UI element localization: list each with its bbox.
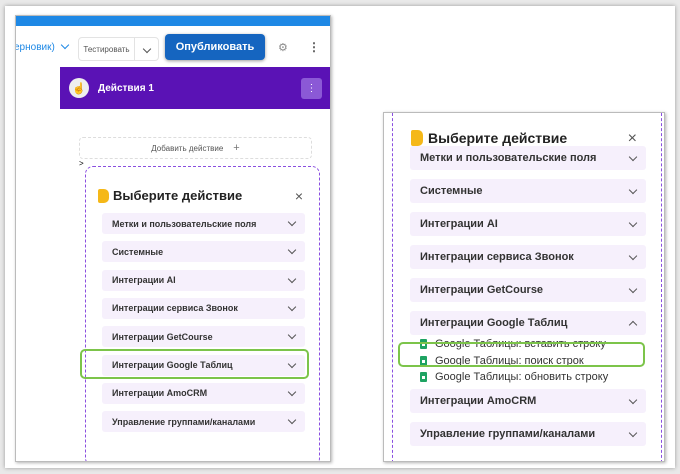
chevron-down-icon [287,246,297,255]
google-sheets-action[interactable]: Google Таблицы: обновить строку [420,371,608,383]
category-item[interactable]: Интеграции GetCourse [102,326,305,348]
connector-arrow: > [79,159,84,168]
chooser-title: Выберите действие [113,188,243,203]
pointing-hand-icon [411,130,423,146]
category-item[interactable]: Интеграции AI [102,269,305,291]
plus-icon: + [233,142,240,154]
more-menu-icon[interactable]: ⋮ [308,40,320,54]
test-label: Тестировать [83,44,130,54]
chooser-title: Выберите действие [428,130,568,146]
category-item[interactable]: Управление группами/каналами [102,411,305,433]
top-bar [16,16,330,26]
editor-panel: ерновик) Тестировать Опубликовать ⚙ ⋮ ☝ … [15,15,331,462]
category-label: Интеграции AI [112,275,176,286]
category-label: Интеграции AI [420,218,498,230]
test-button[interactable]: Тестировать [78,37,159,61]
test-dropdown[interactable] [134,38,158,60]
category-label: Интеграции GetCourse [112,331,213,342]
category-label: Интеграции AmoCRM [420,395,537,407]
chevron-down-icon [628,395,638,404]
chevron-down-icon [287,274,297,283]
chevron-down-icon [287,415,297,425]
category-item[interactable]: Системные [410,179,646,203]
category-item[interactable]: Интеграции AmoCRM [410,389,646,413]
chevron-down-icon [628,251,638,260]
zoomed-panel: Выберите действие × Метки и пользователь… [383,112,665,462]
category-item[interactable]: Интеграции AI [410,212,646,236]
chevron-down-icon [287,387,297,397]
publish-button[interactable]: Опубликовать [165,34,265,60]
hand-pointer-icon: ☝ [69,78,89,98]
chevron-down-icon [628,185,638,194]
category-item[interactable]: Интеграции сервиса Звонок [410,245,646,269]
add-action-button[interactable]: Добавить действие + [79,137,312,159]
category-label: Системные [112,246,164,257]
category-label: Управление группами/каналами [112,416,256,427]
category-label: Интеграции Google Таблиц [420,317,568,329]
chevron-down-icon [628,218,638,227]
highlight-box [398,342,645,367]
chevron-down-icon [60,40,69,50]
category-item[interactable]: Интеграции GetCourse [410,278,646,302]
pointing-hand-icon [98,188,109,203]
node-header: ☝ Действия 1 ⋮ [60,67,330,109]
action-chooser: Выберите действие × Метки и пользователь… [85,166,320,461]
chevron-down-icon [628,428,638,437]
chevron-up-icon [628,320,638,329]
category-item[interactable]: Системные [102,241,305,263]
category-item[interactable]: Интеграции сервиса Звонок [102,297,305,319]
category-item[interactable]: Интеграции AmoCRM [102,382,305,404]
node-menu-button[interactable]: ⋮ [301,77,322,99]
category-item[interactable]: Управление группами/каналами [410,422,646,446]
category-label: Метки и пользовательские поля [420,152,597,164]
draft-status-dropdown[interactable]: ерновик) [15,40,69,53]
close-icon[interactable]: × [295,188,303,204]
draft-label: ерновик) [15,42,55,53]
category-label: Интеграции сервиса Звонок [420,251,574,263]
category-label: Системные [420,185,483,197]
add-action-label: Добавить действие [151,143,224,153]
category-label: Интеграции сервиса Звонок [112,303,238,314]
chevron-down-icon [628,284,638,293]
action-label: Google Таблицы: обновить строку [435,371,609,383]
chevron-down-icon [287,302,297,312]
category-label: Интеграции AmoCRM [112,388,208,399]
chevron-down-icon [287,217,297,227]
chevron-down-icon [142,44,151,54]
chevron-down-icon [628,152,638,161]
gear-icon[interactable]: ⚙ [278,41,288,54]
category-item[interactable]: Метки и пользовательские поля [410,146,646,170]
action-chooser-expanded: Выберите действие × Метки и пользователь… [392,113,662,461]
category-label: Интеграции GetCourse [420,284,544,296]
category-label: Метки и пользовательские поля [112,218,257,229]
category-item[interactable]: Интеграции Google Таблиц [410,311,646,335]
category-item[interactable]: Метки и пользовательские поля [102,213,305,234]
chevron-down-icon [287,330,297,340]
node-title: Действия 1 [98,82,154,94]
category-label: Управление группами/каналами [420,428,596,440]
google-sheets-icon [420,372,427,382]
highlight-box [80,349,309,379]
